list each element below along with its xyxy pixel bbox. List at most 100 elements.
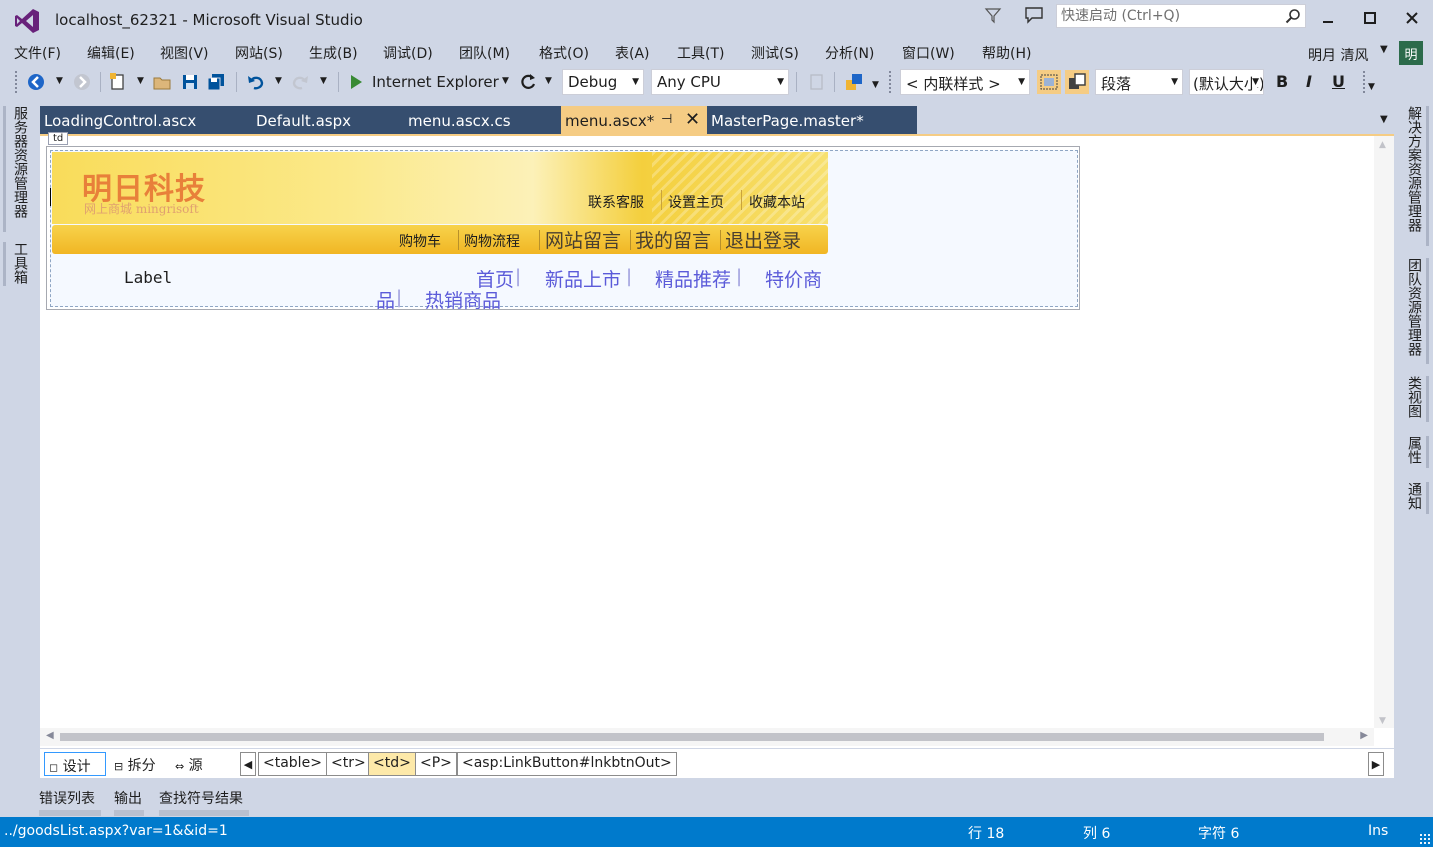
site-message-link[interactable]: 网站留言 (545, 226, 621, 253)
tab-menu-ascx[interactable]: menu.ascx* ⊣ ✕ (561, 106, 707, 134)
menu-window[interactable]: 窗口(W) (902, 43, 955, 63)
properties-tab[interactable]: 属性 (1404, 436, 1424, 464)
refresh-icon[interactable] (518, 72, 538, 92)
hot-products-link[interactable]: 热销商品 (425, 286, 501, 313)
shopping-process-link[interactable]: 购物流程 (464, 231, 520, 251)
new-dropdown-icon[interactable]: ▼ (137, 76, 144, 86)
crumb-p[interactable]: <P> (415, 752, 457, 776)
scroll-left-icon[interactable]: ◀ (46, 730, 54, 741)
scroll-up-icon[interactable]: ▲ (1379, 140, 1386, 150)
bookmark-site-link[interactable]: 收藏本站 (749, 192, 805, 212)
tab-loadingcontrol[interactable]: LoadingControl.ascx (40, 106, 252, 134)
crumb-tr[interactable]: <tr> (326, 752, 371, 776)
find-symbol-results-tab[interactable]: 查找符号结果 (159, 788, 243, 808)
toolbar-grip[interactable] (888, 70, 892, 94)
quick-launch-box[interactable] (1056, 4, 1306, 28)
cart-link[interactable]: 购物车 (399, 231, 441, 251)
crumb-linkbutton[interactable]: <asp:LinkButton#lnkbtnOut> (457, 752, 677, 776)
crumb-td[interactable]: <td> (368, 752, 416, 776)
visual-aids-icon[interactable] (1065, 70, 1089, 94)
source-view-button[interactable]: ⇔ 源 (171, 752, 213, 776)
horizontal-scrollbar[interactable]: ◀ ▶ (40, 728, 1374, 746)
class-view-tab[interactable]: 类视图 (1404, 376, 1424, 418)
underline-button[interactable]: U (1332, 72, 1345, 91)
save-icon[interactable] (180, 72, 200, 92)
crumb-back-button[interactable]: ◀ (240, 752, 256, 776)
server-explorer-tab[interactable]: 服务器资源管理器 (10, 106, 30, 218)
menu-test[interactable]: 测试(S) (751, 43, 799, 63)
undo-icon[interactable] (246, 72, 266, 92)
solution-explorer-tab[interactable]: 解决方案资源管理器 (1404, 106, 1424, 232)
scroll-right-icon[interactable]: ▶ (1360, 730, 1368, 741)
toolbar-overflow-icon[interactable]: ▼ (1368, 82, 1375, 92)
block-format-combo[interactable]: 段落 ▼ (1095, 69, 1183, 95)
close-button[interactable] (1397, 6, 1427, 30)
menu-debug[interactable]: 调试(D) (383, 43, 433, 63)
menu-table[interactable]: 表(A) (615, 43, 650, 63)
resize-grip[interactable] (1419, 833, 1431, 845)
split-view-button[interactable]: ⊟ 拆分 (110, 752, 164, 776)
my-message-link[interactable]: 我的留言 (635, 226, 711, 253)
menu-view[interactable]: 视图(V) (160, 43, 209, 63)
toolbox-tab[interactable]: 工具箱 (10, 242, 30, 284)
style-target-combo[interactable]: < 内联样式 > ▼ (900, 69, 1030, 95)
scroll-down-icon[interactable]: ▼ (1379, 716, 1386, 726)
user-name[interactable]: 明月 清风 (1308, 45, 1368, 65)
back-icon[interactable] (26, 72, 46, 92)
special-offer-link[interactable]: 特价商 (765, 265, 822, 292)
menu-format[interactable]: 格式(O) (539, 43, 589, 63)
find-in-files-icon[interactable] (844, 72, 864, 92)
search-icon[interactable] (1285, 8, 1301, 24)
notifications-tab[interactable]: 通知 (1404, 482, 1424, 510)
minimize-button[interactable] (1313, 6, 1343, 30)
vertical-scrollbar[interactable]: ▲ ▼ (1374, 136, 1394, 728)
quick-launch-input[interactable] (1057, 5, 1277, 27)
font-size-combo[interactable]: (默认大小) ▼ (1189, 69, 1264, 95)
toolbar-grip[interactable] (1362, 70, 1366, 94)
chevron-down-icon[interactable]: ▼ (1380, 44, 1388, 55)
tab-masterpage[interactable]: MasterPage.master* (707, 106, 917, 134)
error-list-tab[interactable]: 错误列表 (39, 788, 95, 808)
open-folder-icon[interactable] (152, 72, 172, 92)
notification-filter-icon[interactable] (984, 6, 1002, 24)
scroll-thumb[interactable] (60, 733, 1324, 741)
featured-products-link[interactable]: 精品推荐 (655, 265, 731, 292)
new-products-link[interactable]: 新品上市 (545, 265, 621, 292)
maximize-button[interactable] (1355, 6, 1385, 30)
special-offer-link-wrap[interactable]: 品 (376, 286, 395, 313)
set-homepage-link[interactable]: 设置主页 (668, 192, 724, 212)
menu-file[interactable]: 文件(F) (14, 43, 61, 63)
configuration-combo[interactable]: Debug ▼ (562, 69, 644, 95)
italic-button[interactable]: I (1306, 72, 1312, 91)
pin-icon[interactable]: ⊣ (661, 112, 672, 127)
crumb-forward-button[interactable]: ▶ (1368, 752, 1384, 776)
bold-button[interactable]: B (1276, 72, 1288, 91)
browser-dropdown-icon[interactable]: ▼ (502, 76, 509, 86)
refresh-dropdown-icon[interactable]: ▼ (545, 76, 552, 86)
save-all-icon[interactable] (206, 72, 226, 92)
tab-overflow-icon[interactable]: ▼ (1380, 114, 1388, 125)
feedback-icon[interactable] (1024, 6, 1044, 24)
back-dropdown-icon[interactable]: ▼ (56, 76, 63, 86)
team-explorer-tab[interactable]: 团队资源管理器 (1404, 258, 1424, 356)
undo-dropdown-icon[interactable]: ▼ (275, 76, 282, 86)
platform-combo[interactable]: Any CPU ▼ (651, 69, 789, 95)
menu-team[interactable]: 团队(M) (459, 43, 510, 63)
site-banner[interactable]: 明日科技 网上商城 mingrisoft 联系客服 设置主页 收藏本站 (52, 152, 828, 224)
show-borders-icon[interactable] (1037, 70, 1061, 94)
menu-analyze[interactable]: 分析(N) (825, 43, 874, 63)
browser-target[interactable]: Internet Explorer (372, 73, 499, 91)
contact-service-link[interactable]: 联系客服 (588, 192, 644, 212)
menu-edit[interactable]: 编辑(E) (87, 43, 135, 63)
label-control[interactable]: Label (124, 268, 172, 287)
logout-link[interactable]: 退出登录 (725, 226, 801, 253)
tab-default[interactable]: Default.aspx (252, 106, 404, 134)
design-view-button[interactable]: ◻ 设计 (44, 752, 106, 776)
toolbar-overflow-icon[interactable]: ▼ (872, 80, 879, 90)
menu-website[interactable]: 网站(S) (235, 43, 283, 63)
avatar[interactable]: 明 (1399, 41, 1423, 65)
element-tag-label[interactable]: td (48, 132, 69, 145)
new-project-icon[interactable] (108, 72, 128, 92)
menu-build[interactable]: 生成(B) (309, 43, 358, 63)
menu-tools[interactable]: 工具(T) (677, 43, 724, 63)
